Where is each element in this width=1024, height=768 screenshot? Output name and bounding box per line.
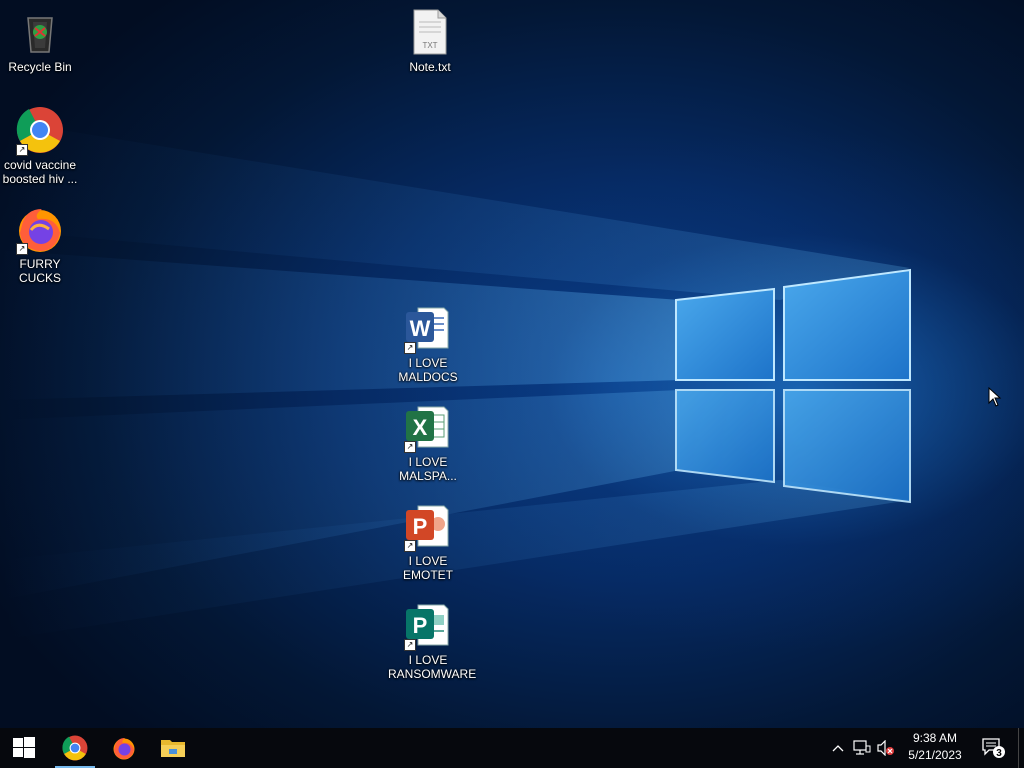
desktop[interactable]: Recycle Bin TXT Note.txt ↗ covid vaccine… — [0, 0, 1024, 728]
clock-time: 9:38 AM — [912, 731, 958, 745]
chrome-icon — [62, 735, 88, 761]
app-letter: P — [413, 613, 428, 638]
notification-count-badge: 3 — [996, 748, 1002, 759]
taskbar-clock[interactable]: 9:38 AM 5/21/2023 — [896, 730, 974, 766]
show-desktop-button[interactable] — [1018, 728, 1024, 768]
chevron-up-icon — [832, 745, 844, 752]
text-file-icon: TXT — [406, 8, 454, 56]
word-icon: W ↗ — [404, 304, 452, 354]
clock-date: 5/21/2023 — [908, 748, 962, 762]
desktop-icon-powerpoint-presentation[interactable]: P ↗ I LOVE EMOTET — [388, 502, 468, 582]
desktop-icon-publisher-document[interactable]: P ↗ I LOVE RANSOMWARE — [388, 601, 477, 681]
shortcut-arrow-icon: ↗ — [16, 144, 28, 156]
notification-icon: 3 — [982, 738, 1005, 759]
shortcut-arrow-icon: ↗ — [16, 243, 28, 255]
taskbar-firefox-button[interactable] — [100, 728, 148, 768]
firefox-icon — [113, 738, 135, 760]
shortcut-arrow-icon: ↗ — [404, 342, 416, 354]
file-type-badge: TXT — [422, 41, 437, 50]
app-letter: X — [413, 415, 428, 440]
desktop-icon-recycle-bin[interactable]: Recycle Bin — [0, 8, 80, 74]
taskbar-chrome-button[interactable] — [51, 728, 99, 768]
desktop-icon-chrome-shortcut[interactable]: ↗ covid vaccine boosted hiv ... — [0, 106, 80, 186]
volume-muted-icon — [877, 740, 894, 756]
desktop-icon-label: Note.txt — [409, 60, 451, 74]
firefox-icon: ↗ — [16, 205, 64, 255]
publisher-icon: P ↗ — [404, 601, 452, 651]
recycle-bin-icon — [16, 8, 64, 56]
action-center-button[interactable]: 3 — [978, 728, 1008, 768]
shortcut-arrow-icon: ↗ — [404, 639, 416, 651]
app-letter: W — [410, 316, 431, 341]
desktop-icon-label: Recycle Bin — [8, 60, 72, 74]
app-letter: P — [413, 514, 428, 539]
excel-icon: X ↗ — [404, 403, 452, 453]
windows-wallpaper — [0, 120, 911, 640]
mouse-cursor-icon — [988, 387, 1002, 407]
taskbar: 9:38 AM 5/21/2023 3 — [0, 728, 1024, 768]
desktop-icon-word-document[interactable]: W ↗ I LOVE MALDOCS — [388, 304, 468, 384]
desktop-icon-note-txt[interactable]: TXT Note.txt — [390, 8, 470, 74]
desktop-icon-label: I LOVE EMOTET — [403, 554, 453, 582]
network-icon — [853, 740, 871, 755]
shortcut-arrow-icon: ↗ — [404, 540, 416, 552]
desktop-icon-label: covid vaccine boosted hiv ... — [2, 158, 78, 186]
desktop-icon-excel-spreadsheet[interactable]: X ↗ I LOVE MALSPA... — [388, 403, 468, 483]
desktop-icon-label: FURRY CUCKS — [18, 257, 61, 285]
network-button[interactable] — [850, 728, 874, 768]
desktop-icon-label: I LOVE MALDOCS — [398, 356, 458, 384]
volume-button[interactable] — [876, 728, 896, 768]
start-button[interactable] — [0, 728, 48, 768]
desktop-icon-firefox-shortcut[interactable]: ↗ FURRY CUCKS — [0, 205, 80, 285]
chrome-icon: ↗ — [16, 106, 64, 156]
taskbar-file-explorer-button[interactable] — [149, 728, 197, 768]
desktop-icon-label: I LOVE RANSOMWARE — [388, 653, 477, 681]
file-explorer-icon — [161, 740, 185, 757]
powerpoint-icon: P ↗ — [404, 502, 452, 552]
shortcut-arrow-icon: ↗ — [404, 441, 416, 453]
show-hidden-icons-button[interactable] — [828, 728, 848, 768]
desktop-icon-label: I LOVE MALSPA... — [399, 455, 457, 483]
start-icon — [13, 737, 35, 758]
